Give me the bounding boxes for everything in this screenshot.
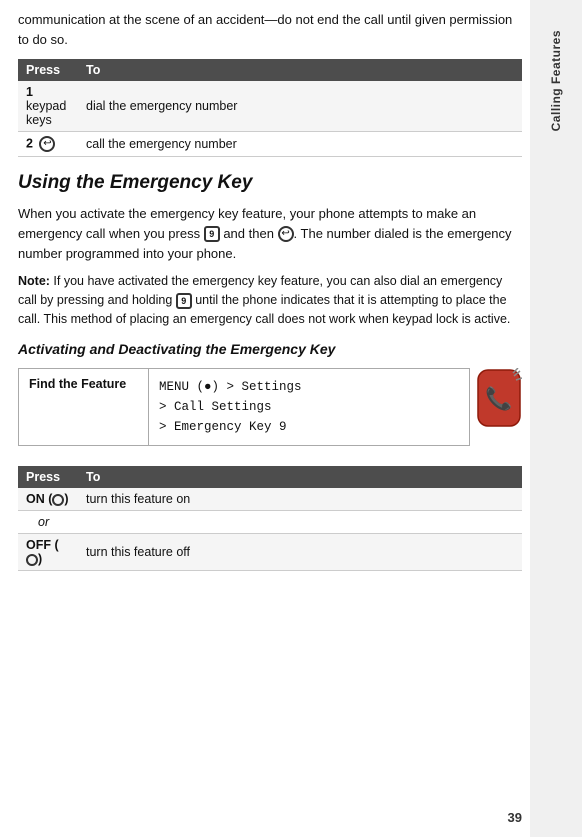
note-paragraph: Note: If you have activated the emergenc…	[18, 272, 522, 328]
off-press-cell: OFF ()	[18, 533, 78, 570]
on-to-cell: turn this feature on	[78, 488, 522, 511]
page-number: 39	[508, 810, 522, 825]
key-icon-2: 9	[176, 293, 192, 309]
row-number: 2 ↩	[18, 132, 78, 157]
table2-header-press: Press	[18, 466, 78, 488]
second-press-table: Press To ON () turn this feature on or O…	[18, 466, 522, 571]
or-cell: or	[18, 510, 78, 533]
circle-icon	[52, 494, 64, 506]
row-to: call the emergency number	[78, 132, 522, 157]
svg-text:📞: 📞	[485, 384, 513, 411]
send-icon: ↩	[39, 136, 55, 152]
off-to-cell: turn this feature off	[78, 533, 522, 570]
row-to: dial the emergency number	[78, 81, 522, 132]
sidebar-label: Calling Features	[549, 30, 563, 131]
key-icon-1: 9	[204, 226, 220, 242]
table-row: 2 ↩ call the emergency number	[18, 132, 522, 157]
page-wrapper: communication at the scene of an acciden…	[0, 0, 582, 837]
table-row: OFF () turn this feature off	[18, 533, 522, 570]
table-header-to: To	[78, 59, 522, 81]
note-label: Note:	[18, 274, 50, 288]
table-row: ON () turn this feature on	[18, 488, 522, 511]
find-feature-value: MENU (●) > Settings > Call Settings > Em…	[149, 369, 312, 445]
on-press-cell: ON ()	[18, 488, 78, 511]
sidebar: Calling Features	[530, 0, 582, 837]
or-cell-empty	[78, 510, 522, 533]
table-row-or: or	[18, 510, 522, 533]
first-press-table: Press To 1 keypad keys dial the emergenc…	[18, 59, 522, 157]
find-feature-label: Find the Feature	[19, 369, 149, 445]
phone-icon: 📞	[476, 368, 522, 431]
table-row: 1 keypad keys dial the emergency number	[18, 81, 522, 132]
section-heading: Using the Emergency Key	[18, 171, 522, 196]
table2-header-to: To	[78, 466, 522, 488]
table-header-press: Press	[18, 59, 78, 81]
find-feature-row: Find the Feature MENU (●) > Settings > C…	[18, 368, 470, 446]
sub-heading: Activating and Deactivating the Emergenc…	[18, 340, 522, 360]
intro-paragraph: communication at the scene of an acciden…	[18, 10, 522, 49]
section-body: When you activate the emergency key feat…	[18, 204, 522, 264]
row-number: 1 keypad keys	[18, 81, 78, 132]
send-icon-2: ↩	[278, 226, 294, 242]
circle-icon-2	[26, 554, 38, 566]
